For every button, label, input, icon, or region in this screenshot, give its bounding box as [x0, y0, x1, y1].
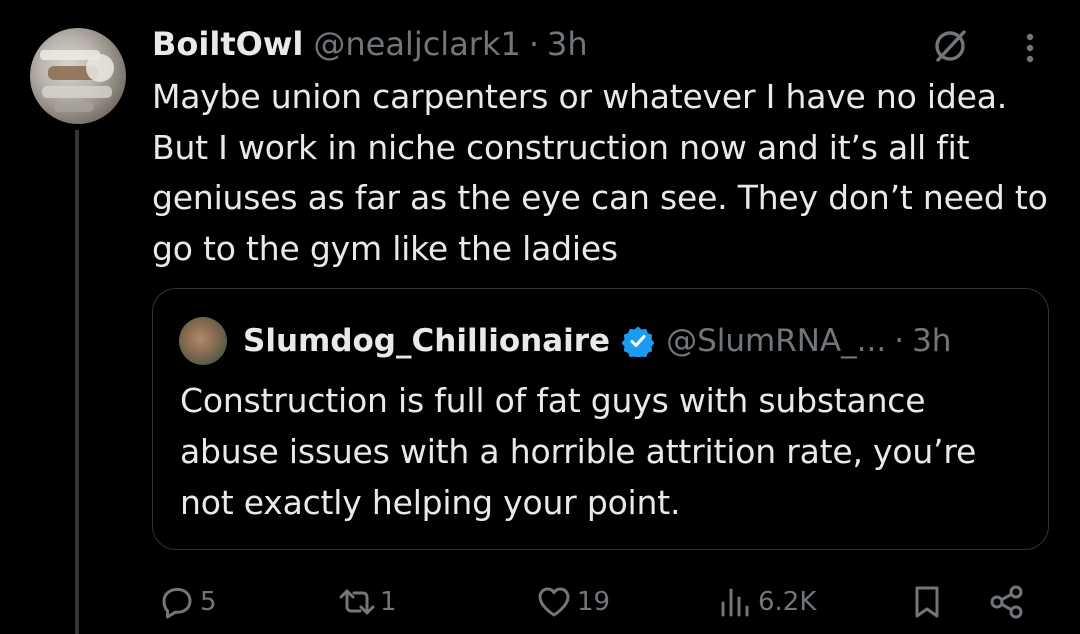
views-button[interactable]: 6.2K: [716, 580, 816, 624]
avatar[interactable]: [30, 28, 126, 124]
verified-badge-icon: [622, 326, 655, 357]
quoted-header: Slumdog_Chillionaire @SlumRNA_... · 3h: [243, 319, 951, 363]
views-icon: [721, 588, 749, 617]
repost-button[interactable]: 1: [338, 580, 397, 624]
share-icon: [990, 585, 1023, 619]
views-count: 6.2K: [758, 587, 817, 617]
reply-icon: [162, 588, 192, 619]
quoted-separator-dot: ·: [894, 323, 905, 359]
like-button[interactable]: 19: [535, 580, 610, 624]
display-name[interactable]: BoiltOwl: [152, 25, 303, 63]
tweet-header: BoiltOwl @nealjclark1 · 3h: [152, 22, 588, 66]
like-icon: [538, 587, 570, 617]
reply-button[interactable]: 5: [158, 580, 217, 624]
quoted-display-name[interactable]: Slumdog_Chillionaire: [243, 323, 610, 359]
repost-icon: [339, 589, 375, 615]
bookmark-icon: [915, 586, 939, 618]
separator-dot: ·: [528, 25, 540, 63]
avatar-image: [40, 50, 114, 112]
grok-icon[interactable]: [930, 26, 970, 66]
bookmark-button[interactable]: [908, 580, 946, 624]
quoted-tweet-text: Construction is full of fat guys with su…: [180, 381, 977, 522]
like-count: 19: [577, 587, 611, 617]
quoted-tweet-card[interactable]: Slumdog_Chillionaire @SlumRNA_... · 3h C…: [152, 288, 1049, 550]
repost-count: 1: [380, 587, 397, 617]
timestamp[interactable]: 3h: [547, 25, 588, 63]
quoted-timestamp[interactable]: 3h: [912, 323, 951, 359]
quoted-avatar[interactable]: [179, 317, 227, 365]
more-icon[interactable]: [1015, 30, 1045, 66]
tweet-text: Maybe union carpenters or whatever I hav…: [152, 77, 1048, 268]
quoted-user-handle[interactable]: @SlumRNA_...: [666, 323, 886, 359]
share-button[interactable]: [988, 580, 1026, 624]
reply-count: 5: [200, 587, 217, 617]
user-handle[interactable]: @nealjclark1: [313, 25, 521, 63]
thread-line: [75, 130, 79, 634]
